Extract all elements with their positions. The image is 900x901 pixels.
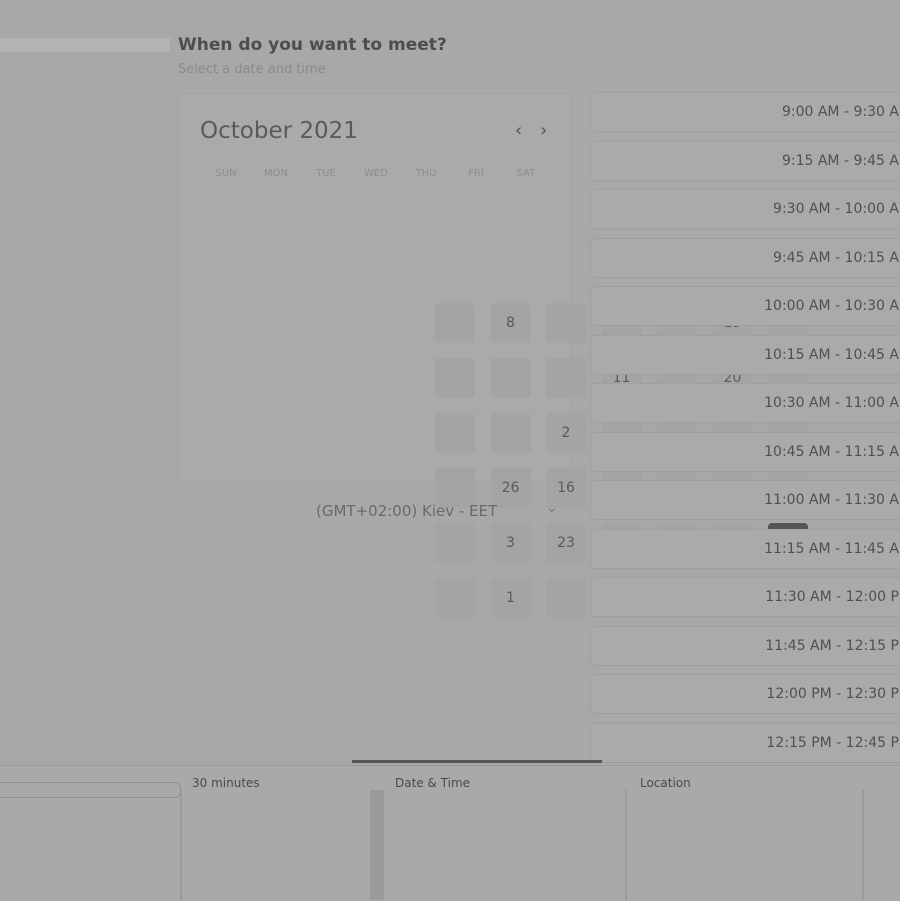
time-slot-button[interactable]: 11:15 AM - 11:45 AM (590, 528, 900, 569)
calendar-day[interactable] (546, 578, 586, 618)
calendar-day[interactable] (435, 413, 475, 453)
time-slot-button[interactable]: 11:00 AM - 11:30 AM (590, 480, 900, 520)
calendar-day[interactable]: 23 (546, 523, 586, 563)
time-slot-button[interactable]: 9:45 AM - 10:15 AM (590, 237, 900, 278)
calendar-day[interactable]: 1 (490, 578, 531, 618)
time-slot-button[interactable]: 12:00 PM - 12:30 PM (590, 674, 900, 714)
time-slot-button[interactable]: 12:15 PM - 12:45 PM (590, 722, 900, 763)
divider (180, 790, 182, 900)
step-date-time[interactable]: Date & Time (395, 776, 470, 790)
calendar-day[interactable]: 2 (546, 413, 586, 453)
weekday-wed: WED (364, 168, 388, 179)
calendar-day[interactable]: 3 (490, 523, 531, 563)
time-slot-button[interactable]: 11:45 AM - 12:15 PM (590, 625, 900, 666)
time-slot-button[interactable]: 9:30 AM - 10:00 AM (590, 189, 900, 229)
weekday-tue: TUE (316, 168, 336, 179)
progress-bar (352, 760, 602, 763)
chevron-left-icon[interactable]: ‹ (515, 120, 522, 141)
time-slot-button[interactable]: 10:30 AM - 11:00 AM (590, 383, 900, 423)
duration-box (0, 782, 181, 798)
time-slot-button[interactable]: 9:00 AM - 9:30 AM (590, 92, 900, 132)
weekday-sun: SUN (215, 168, 237, 179)
time-slot-button[interactable]: 11:30 AM - 12:00 PM (590, 577, 900, 617)
timezone-select[interactable]: (GMT+02:00) Kiev - EET (316, 502, 497, 520)
page-subtitle: Select a date and time (178, 62, 326, 77)
weekday-sat: SAT (516, 168, 536, 179)
chevron-right-icon[interactable]: › (540, 120, 547, 141)
time-slot-button[interactable]: 10:15 AM - 10:45 AM (590, 334, 900, 375)
calendar-day[interactable] (435, 578, 475, 618)
step-duration[interactable]: 30 minutes (192, 776, 260, 790)
time-slot-button[interactable]: 10:00 AM - 10:30 AM (590, 286, 900, 326)
calendar-day[interactable] (435, 523, 475, 563)
time-slot-button[interactable]: 10:45 AM - 11:15 AM (590, 431, 900, 472)
weekday-thu: THU (415, 168, 437, 179)
weekday-fri: FRI (468, 168, 484, 179)
month-label: October 2021 (200, 118, 358, 144)
page-title: When do you want to meet? (178, 35, 447, 55)
time-slot-button[interactable]: 9:15 AM - 9:45 AM (590, 140, 900, 181)
calendar-day[interactable] (490, 358, 531, 398)
calendar-day[interactable] (435, 303, 475, 343)
calendar-day[interactable] (435, 358, 475, 398)
calendar-day[interactable] (490, 413, 531, 453)
chevron-down-icon[interactable]: ⌄ (546, 500, 558, 516)
calendar-day[interactable]: 8 (490, 303, 531, 343)
top-bar (0, 38, 170, 52)
weekday-mon: MON (264, 168, 288, 179)
step-location[interactable]: Location (640, 776, 691, 790)
calendar-day[interactable] (546, 303, 586, 343)
divider (370, 790, 384, 900)
divider (862, 790, 864, 900)
calendar-day[interactable] (546, 358, 586, 398)
divider (625, 790, 627, 900)
